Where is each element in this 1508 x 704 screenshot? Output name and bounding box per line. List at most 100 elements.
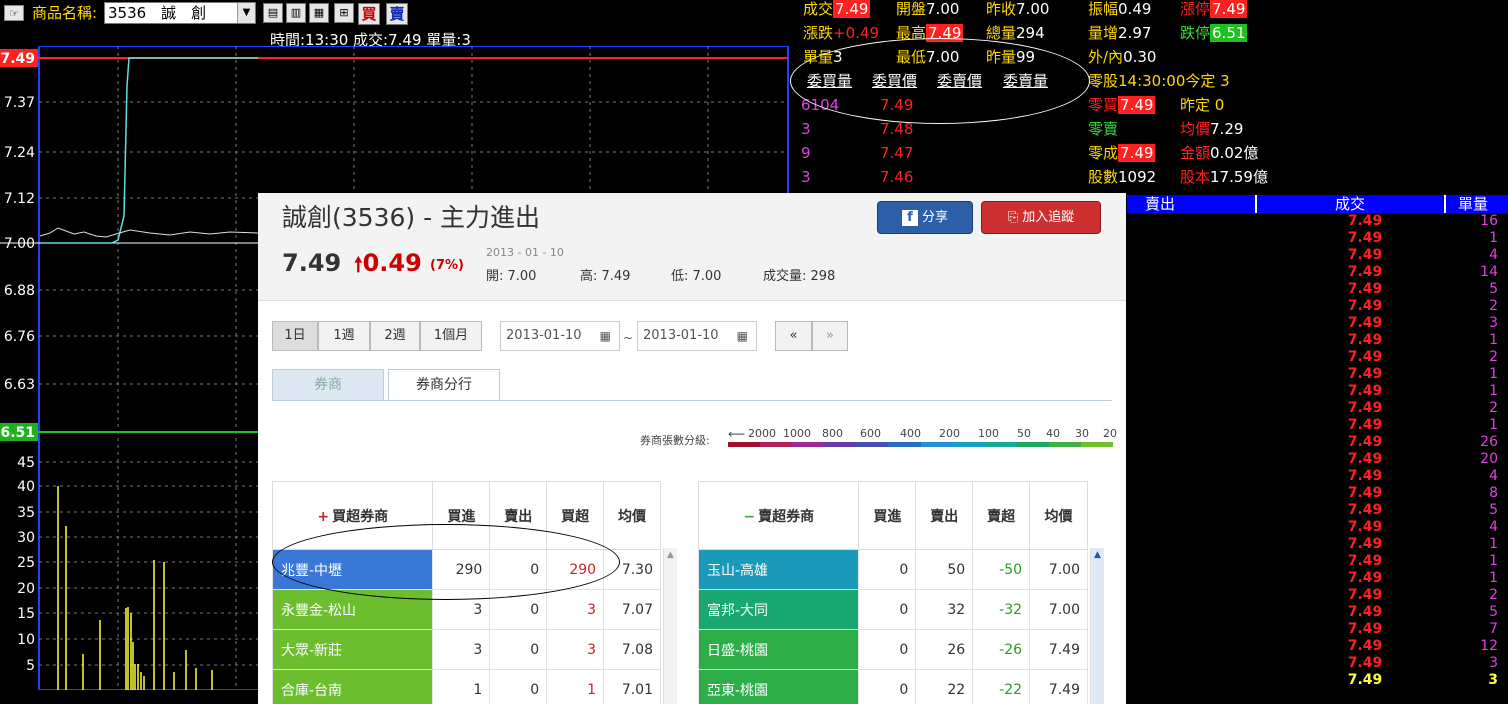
column-header[interactable]: 賣出 — [915, 481, 974, 550]
network-icon[interactable]: ⊞ — [334, 3, 354, 23]
legend-color-band — [824, 442, 857, 447]
odd-time: 零股14:30:00 — [1088, 72, 1186, 90]
legend-color-band — [1048, 442, 1082, 447]
broker-name[interactable]: 玉山-高雄 — [697, 549, 860, 590]
table-row[interactable]: 亞東-桃園 0 22 -22 7.49 — [697, 669, 1088, 704]
table-row[interactable]: 玉山-高雄 0 50 -50 7.00 — [697, 549, 1088, 590]
scroll-up-icon[interactable]: ▲ — [664, 550, 677, 560]
buy-button[interactable]: 買 — [358, 3, 380, 25]
net-qty: -26 — [972, 629, 1031, 670]
tick-volume: 1 — [1489, 230, 1498, 246]
sell-qty: 50 — [915, 549, 974, 590]
column-header[interactable]: 均價 — [1029, 481, 1088, 550]
tick-price: 7.49 — [1347, 519, 1383, 535]
date-from-input[interactable]: 2013-01-10 ▦ — [500, 321, 620, 351]
scroll-up-icon[interactable]: ▲ — [1091, 550, 1104, 560]
avg-price: 7.08 — [603, 629, 661, 670]
column-header-label: 均價 — [1044, 508, 1073, 525]
legend-value: 40 — [1046, 427, 1060, 440]
volume-axis-label: 25 — [17, 555, 35, 571]
broker-name[interactable]: 合庫-台南 — [271, 669, 434, 704]
next-button[interactable]: » — [812, 321, 848, 351]
share-button[interactable]: f 分享 — [877, 201, 973, 234]
tick-row: 7.49 5 — [1127, 281, 1508, 298]
calendar-icon[interactable]: ▦ — [600, 322, 611, 350]
column-header[interactable]: 均價 — [603, 481, 661, 550]
total-vol-value: 294 — [1016, 24, 1045, 42]
sell-button[interactable]: 賣 — [386, 3, 408, 25]
column-header[interactable]: 買進 — [858, 481, 917, 550]
price-axis-label: 7.37 — [4, 95, 35, 111]
range-2w[interactable]: 2週 — [370, 321, 420, 351]
report-icon[interactable]: ▥ — [286, 3, 306, 23]
tick-row: 7.49 2 — [1127, 400, 1508, 417]
prev-button[interactable]: « — [775, 321, 812, 351]
legend-value: 30 — [1075, 427, 1089, 440]
tick-volume: 5 — [1489, 604, 1498, 620]
tick-volume: 5 — [1489, 281, 1498, 297]
sell-table-scrollbar[interactable]: ▲ — [1090, 548, 1104, 704]
column-header[interactable]: − 賣超券商 — [697, 481, 860, 550]
buy-qty: 0 — [858, 669, 917, 704]
quote-limit-up: 漲停 7.49 — [1180, 0, 1248, 21]
header-divider — [1255, 195, 1257, 213]
column-header-label: 均價 — [618, 508, 647, 525]
tick-price: 7.49 — [1347, 417, 1383, 433]
product-select[interactable]: 3536 誠 創 ▼ — [104, 2, 256, 24]
tick-volume: 1 — [1489, 553, 1498, 569]
limit-down-value: 6.51 — [1210, 24, 1248, 42]
quote-limit-down: 跌停 6.51 — [1180, 21, 1248, 45]
prev-close-value: 7.00 — [1016, 0, 1050, 18]
odd-shares-key: 股數 — [1088, 168, 1119, 186]
buy-table-scrollbar[interactable]: ▲ — [663, 548, 677, 704]
column-header-label: 賣超 — [987, 508, 1016, 525]
tick-volume: 2 — [1489, 400, 1498, 416]
volume: 成交量: 298 — [763, 269, 836, 284]
product-select-value: 3536 誠 創 — [108, 4, 207, 22]
tick-volume: 3 — [1488, 672, 1498, 688]
table-row[interactable]: 大眾-新莊 3 0 3 7.08 — [271, 629, 661, 670]
menu-icon[interactable]: ☞ — [4, 5, 24, 21]
tick-row: 7.49 8 — [1127, 485, 1508, 502]
date-to-input[interactable]: 2013-01-10 ▦ — [637, 321, 757, 351]
broker-name[interactable]: 富邦-大同 — [697, 589, 860, 630]
tick-price: 7.49 — [1347, 672, 1383, 688]
tick-row: 7.49 1 — [1127, 383, 1508, 400]
table-row[interactable]: 日盛-桃園 0 26 -26 7.49 — [697, 629, 1088, 670]
tick-row: 7.49 1 — [1127, 536, 1508, 553]
buy-qty: 1 — [432, 669, 491, 704]
add-track-button[interactable]: ⎘ 加入追蹤 — [981, 201, 1101, 234]
range-1w[interactable]: 1週 — [318, 321, 370, 351]
legend-label: 券商張數分級: — [640, 434, 710, 447]
tick-row: 7.49 1 — [1127, 230, 1508, 247]
calendar-icon[interactable]: ▦ — [737, 322, 748, 350]
tick-volume: 5 — [1489, 502, 1498, 518]
tab-broker-branch[interactable]: 券商分行 — [388, 369, 500, 401]
table-row[interactable]: 合庫-台南 1 0 1 7.01 — [271, 669, 661, 704]
header-sell: 賣出 — [1145, 195, 1176, 213]
chevron-down-icon[interactable]: ▼ — [237, 3, 255, 23]
table-row[interactable]: 富邦-大同 0 32 -32 7.00 — [697, 589, 1088, 630]
legend-color-band — [856, 442, 889, 447]
broker-name[interactable]: 大眾-新莊 — [271, 629, 434, 670]
tab-broker[interactable]: 券商 — [272, 369, 384, 401]
calculator-icon[interactable]: ▦ — [309, 3, 329, 23]
tick-row: 7.49 16 — [1127, 213, 1508, 230]
range-1d[interactable]: 1日 — [272, 321, 318, 351]
prev-close-key: 昨收 — [986, 0, 1017, 18]
tick-row: 7.49 2 — [1127, 349, 1508, 366]
chart-window-icon[interactable]: ▤ — [263, 3, 283, 23]
tick-price: 7.49 — [1347, 213, 1383, 229]
stock-header: 誠創(3536) - 主力進出 7.49 🠕0.49 (7%) 2013 - 0… — [258, 193, 1126, 301]
odd-shares: 股數1092 — [1088, 165, 1156, 189]
tick-row: 7.49 4 — [1127, 247, 1508, 264]
tick-volume: 14 — [1480, 264, 1498, 280]
broker-name[interactable]: 日盛-桃園 — [697, 629, 860, 670]
legend-color-band — [952, 442, 986, 447]
broker-name[interactable]: 亞東-桃園 — [697, 669, 860, 704]
tick-list[interactable]: 7.49 16 7.49 1 7.49 4 7.49 14 7.49 5 7.49 2 7.49 3 7.4… — [1127, 213, 1508, 704]
column-header[interactable]: 賣超 — [972, 481, 1031, 550]
legend-value: 600 — [860, 427, 881, 440]
buy-qty: 0 — [858, 549, 917, 590]
range-1m[interactable]: 1個月 — [420, 321, 482, 351]
